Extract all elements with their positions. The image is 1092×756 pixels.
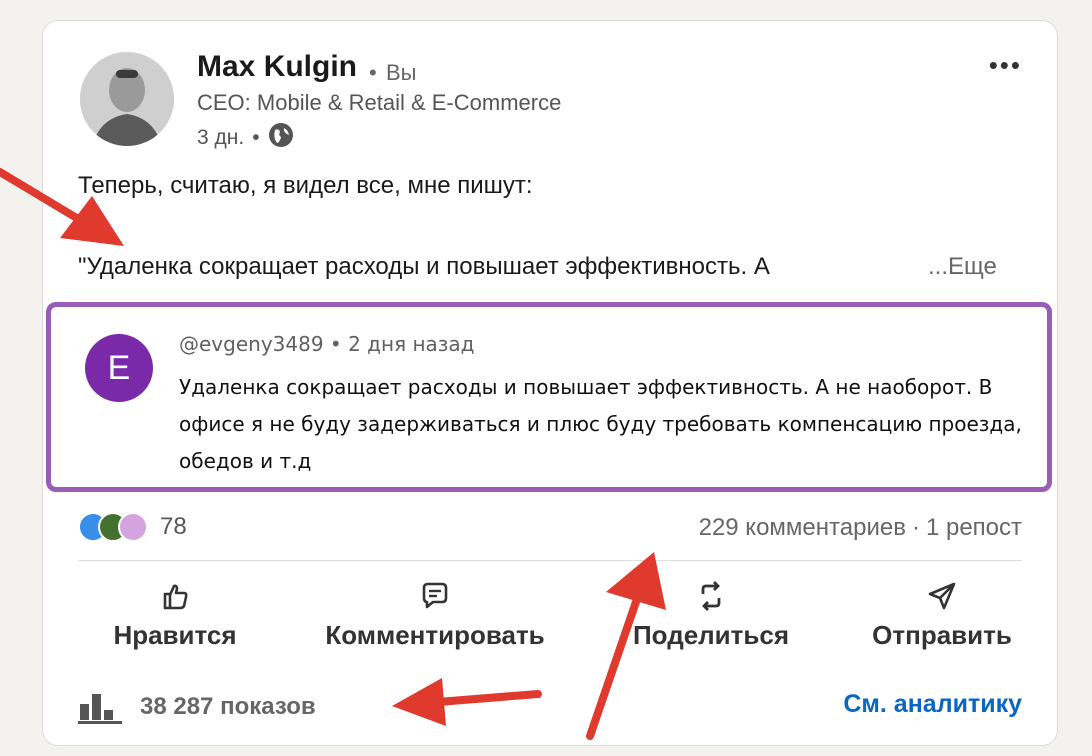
send-icon bbox=[928, 582, 956, 610]
send-label: Отправить bbox=[872, 620, 1012, 650]
impressions-count: 38 287 показов bbox=[140, 693, 316, 720]
author-name[interactable]: Max Kulgin bbox=[197, 50, 357, 84]
reactions-summary[interactable]: 78 bbox=[78, 512, 187, 542]
post-time: 3 дн. bbox=[197, 126, 245, 149]
comment-meta: @evgeny3489 • 2 дня назад bbox=[179, 332, 475, 356]
post-text-line: "Удаленка сокращает расходы и повышает э… bbox=[78, 253, 770, 280]
impressions[interactable]: 38 287 показов bbox=[78, 690, 316, 724]
comments-count-link[interactable]: 229 комментариев bbox=[699, 514, 906, 542]
comment-username: @evgeny3489 bbox=[179, 332, 324, 356]
separator-dot: · bbox=[911, 514, 920, 541]
divider bbox=[78, 560, 1022, 561]
like-button[interactable]: Нравится bbox=[108, 580, 242, 651]
comment-text: Удаленка сокращает расходы и повышает эф… bbox=[179, 375, 1022, 473]
separator-dot: • bbox=[252, 126, 260, 149]
author-avatar[interactable] bbox=[80, 52, 174, 146]
comment-button[interactable]: Комментировать bbox=[314, 580, 556, 651]
repost-icon bbox=[701, 581, 721, 611]
comment-icon bbox=[422, 582, 448, 609]
more-icon[interactable]: ••• bbox=[989, 50, 1022, 81]
repost-label: Поделиться bbox=[632, 620, 790, 650]
send-button[interactable]: Отправить bbox=[866, 580, 1018, 651]
view-analytics-link[interactable]: См. аналитику bbox=[843, 690, 1022, 719]
like-icon bbox=[163, 584, 188, 610]
post-meta: 3 дн. • bbox=[197, 122, 294, 154]
post-stats: 229 комментариев · 1 репост bbox=[699, 514, 1022, 542]
bar-chart-icon bbox=[78, 694, 122, 724]
embedded-comment-image: E @evgeny3489 • 2 дня назад Удаленка сок… bbox=[46, 302, 1052, 492]
comment-time: 2 дня назад bbox=[348, 332, 475, 356]
comment-label: Комментировать bbox=[325, 620, 545, 650]
see-more-link[interactable]: ...Еще bbox=[928, 253, 997, 281]
reaction-icons bbox=[78, 512, 154, 542]
globe-icon bbox=[268, 122, 294, 154]
reactions-count: 78 bbox=[160, 513, 187, 540]
comment-avatar: E bbox=[85, 334, 153, 402]
separator-dot: • bbox=[329, 332, 349, 356]
separator-dot: • bbox=[369, 60, 377, 85]
post-text-line: Теперь, считаю, я видел все, мне пишут: bbox=[78, 172, 533, 199]
like-label: Нравится bbox=[113, 620, 237, 650]
repost-button[interactable]: Поделиться bbox=[628, 580, 794, 651]
reposts-count-link[interactable]: 1 репост bbox=[926, 514, 1022, 542]
support-reaction-icon bbox=[118, 512, 148, 542]
you-badge: Вы bbox=[386, 60, 417, 85]
author-headline: CEO: Mobile & Retail & E-Commerce bbox=[197, 90, 562, 115]
